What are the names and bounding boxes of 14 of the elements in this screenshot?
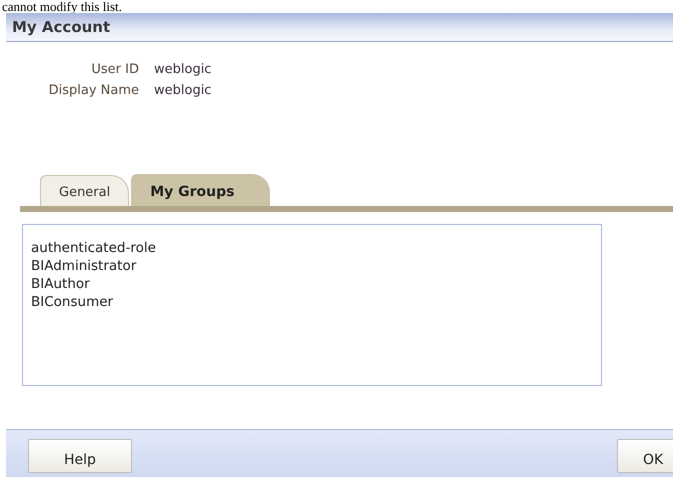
group-item: BIAuthor <box>31 275 90 293</box>
field-value: weblogic <box>154 83 212 98</box>
tab[interactable]: My Groups <box>131 174 270 206</box>
group-item: BIConsumer <box>31 293 114 311</box>
group-item: BIAdministrator <box>31 257 136 275</box>
field-label: Display Name <box>48 83 139 98</box>
tab[interactable]: General <box>40 175 130 206</box>
field-value: weblogic <box>154 62 212 77</box>
field-label: User ID <box>90 62 139 77</box>
dialog-button[interactable]: OK <box>617 439 673 473</box>
dialog-button[interactable]: Help <box>28 439 132 473</box>
window-title: My Account <box>11 18 110 36</box>
group-item: authenticated-role <box>31 239 156 257</box>
cut-off-text: cannot modify this list. <box>2 0 122 13</box>
